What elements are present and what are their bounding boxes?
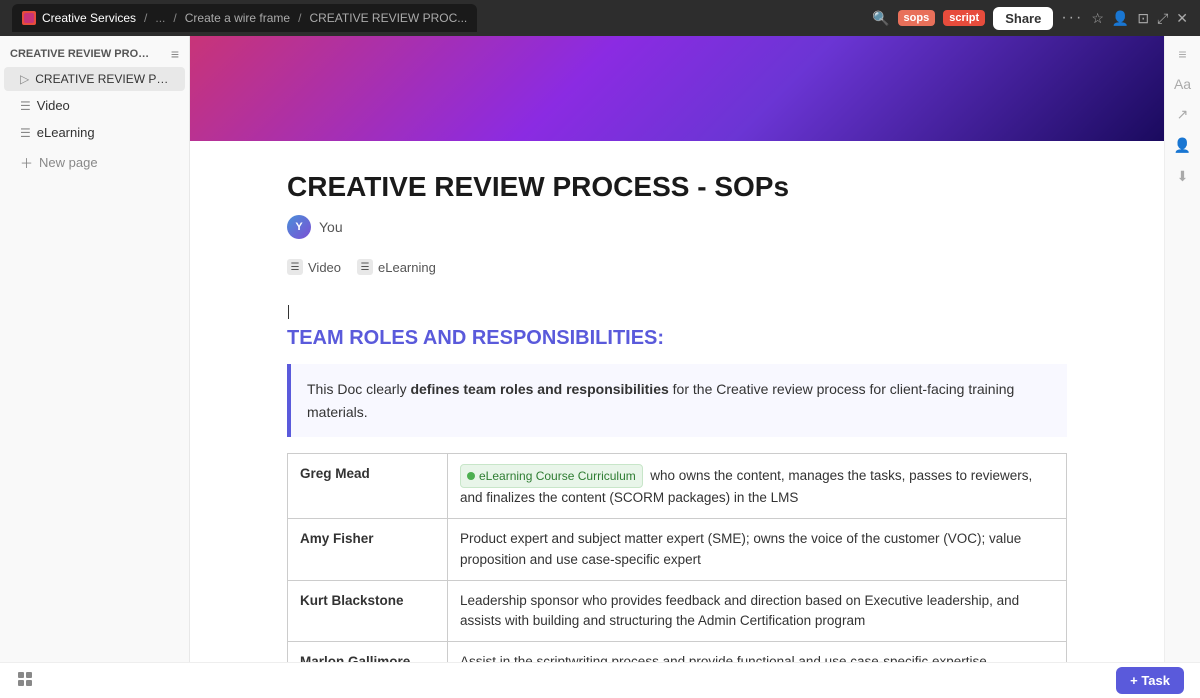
badge-sops[interactable]: sops: [898, 10, 936, 26]
main-content: CREATIVE REVIEW PROCESS - SOPs Y You ☰ V…: [190, 36, 1164, 662]
task-button[interactable]: + Task: [1116, 667, 1184, 694]
tab-favicon: [22, 11, 36, 25]
close-icon[interactable]: ✕: [1176, 10, 1188, 27]
sidebar-header: CREATIVE REVIEW PROCESS - ... ≡: [0, 36, 189, 66]
sidebar: CREATIVE REVIEW PROCESS - ... ≡ ▷ CREATI…: [0, 36, 190, 662]
badge-script[interactable]: script: [943, 10, 985, 26]
breadcrumb-sep-3: /: [298, 11, 301, 25]
breadcrumb-wirepage: Create a wire frame: [185, 11, 290, 25]
table-row: Amy Fisher Product expert and subject ma…: [288, 519, 1067, 581]
doc-link-icon-video: ☰: [287, 259, 303, 275]
tab-title: Creative Services: [42, 11, 136, 25]
person-icon[interactable]: 👤: [1112, 10, 1129, 27]
doc-icon-elearning: ☰: [20, 126, 31, 140]
sidebar-toggle-icon[interactable]: ≡: [1178, 46, 1186, 62]
bottom-left-icon[interactable]: [16, 670, 34, 691]
doc-link-icon-elearning: ☰: [357, 259, 373, 275]
bottom-bar: + Task: [0, 662, 1200, 698]
person-right-icon[interactable]: 👤: [1174, 137, 1191, 154]
bookmark-icon[interactable]: ☆: [1091, 10, 1104, 27]
sidebar-collapse-button[interactable]: ≡: [171, 46, 179, 62]
callout-box: This Doc clearly defines team roles and …: [287, 364, 1067, 437]
doc-area: CREATIVE REVIEW PROCESS - SOPs Y You ☰ V…: [227, 141, 1127, 662]
sidebar-item-label-elearning: eLearning: [37, 125, 95, 140]
table-cell-role: Product expert and subject matter expert…: [448, 519, 1067, 581]
table-cell-name: Greg Mead: [288, 454, 448, 519]
table-row: Greg Mead eLearning Course Curriculum wh…: [288, 454, 1067, 519]
browser-bar-right: 🔍 sops script Share ··· ☆ 👤 ⊡ ⤢ ✕: [872, 7, 1188, 30]
download-icon[interactable]: ⬇: [1177, 168, 1189, 185]
browser-search-icon[interactable]: 🔍: [872, 10, 889, 27]
link-video[interactable]: ☰ Video: [287, 259, 341, 275]
sidebar-item-elearning[interactable]: ☰ eLearning: [4, 120, 185, 145]
doc-icon-video: ☰: [20, 99, 31, 113]
table-cell-name: Kurt Blackstone: [288, 580, 448, 642]
callout-text-bold: defines team roles and responsibilities: [410, 381, 668, 397]
link-video-label: Video: [308, 260, 341, 275]
callout-text-plain: This Doc clearly: [307, 381, 410, 397]
roles-table: Greg Mead eLearning Course Curriculum wh…: [287, 453, 1067, 662]
app-layout: CREATIVE REVIEW PROCESS - ... ≡ ▷ CREATI…: [0, 36, 1200, 662]
expand-icon[interactable]: ⤢: [1157, 10, 1168, 27]
browser-bar: Creative Services / ... / Create a wire …: [0, 0, 1200, 36]
share-right-icon[interactable]: ↗: [1177, 106, 1189, 123]
breadcrumb-sep-2: /: [173, 11, 176, 25]
table-cell-name: Amy Fisher: [288, 519, 448, 581]
elearning-badge: eLearning Course Curriculum: [460, 464, 643, 488]
author-name: You: [319, 219, 343, 235]
link-elearning[interactable]: ☰ eLearning: [357, 259, 436, 275]
table-cell-role: Assist in the scriptwriting process and …: [448, 642, 1067, 662]
sidebar-item-label-creative: CREATIVE REVIEW PROCESS - SO...: [35, 72, 173, 86]
breadcrumb-dots: ...: [155, 11, 165, 25]
sidebar-item-label-video: Video: [37, 98, 70, 113]
link-elearning-label: eLearning: [378, 260, 436, 275]
green-dot-icon: [467, 472, 475, 480]
right-panel: ≡ Aa ↗ 👤 ⬇: [1164, 36, 1200, 662]
section-heading-roles: TEAM ROLES AND RESPONSIBILITIES:: [287, 327, 1067, 350]
doc-icon-creative: ▷: [20, 72, 29, 86]
doc-title: CREATIVE REVIEW PROCESS - SOPs: [287, 171, 1067, 203]
font-size-icon[interactable]: Aa: [1174, 76, 1191, 92]
doc-links-row: ☰ Video ☰ eLearning: [287, 259, 1067, 275]
sidebar-item-video[interactable]: ☰ Video: [4, 93, 185, 118]
sidebar-item-creative-review[interactable]: ▷ CREATIVE REVIEW PROCESS - SO...: [4, 67, 185, 91]
cursor-indicator: [287, 303, 1067, 319]
table-row: Kurt Blackstone Leadership sponsor who p…: [288, 580, 1067, 642]
breadcrumb-sep-1: /: [144, 11, 147, 25]
table-cell-role: Leadership sponsor who provides feedback…: [448, 580, 1067, 642]
elearning-badge-label: eLearning Course Curriculum: [479, 467, 636, 485]
new-page-button[interactable]: ＋ New page: [4, 148, 185, 177]
doc-author-row: Y You: [287, 215, 1067, 239]
table-row: Marlon Gallimore Assist in the scriptwri…: [288, 642, 1067, 662]
share-button[interactable]: Share: [993, 7, 1053, 30]
hero-banner: [190, 36, 1164, 141]
breadcrumb-doc: CREATIVE REVIEW PROC...: [309, 11, 467, 25]
table-cell-name: Marlon Gallimore: [288, 642, 448, 662]
minimize-icon[interactable]: ⊡: [1137, 10, 1149, 27]
new-page-label: New page: [39, 155, 98, 170]
table-cell-role: eLearning Course Curriculum who owns the…: [448, 454, 1067, 519]
more-options-icon[interactable]: ···: [1061, 9, 1083, 27]
plus-icon: ＋: [20, 153, 33, 172]
avatar: Y: [287, 215, 311, 239]
sidebar-doc-title: CREATIVE REVIEW PROCESS - ...: [10, 48, 150, 60]
browser-tab: Creative Services / ... / Create a wire …: [12, 4, 477, 32]
